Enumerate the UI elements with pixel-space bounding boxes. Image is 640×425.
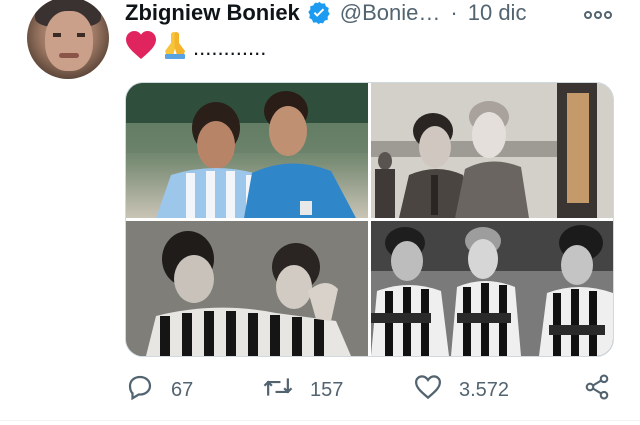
reply-button[interactable]: 67 [125, 372, 193, 408]
photo-maradona-rossi[interactable] [126, 83, 368, 218]
photo-juventus-team[interactable] [371, 221, 613, 356]
avatar-face [45, 11, 93, 71]
share-icon [583, 372, 611, 408]
header-separator: · [450, 0, 458, 25]
red-heart-emoji [125, 30, 157, 66]
author-handle[interactable]: @Bonie… [340, 0, 441, 26]
tweet-divider [0, 420, 640, 421]
avatar-mouth [59, 53, 79, 58]
retweet-icon [262, 372, 294, 408]
like-button[interactable]: 3.572 [413, 372, 509, 408]
reply-count: 67 [171, 378, 194, 401]
author-avatar[interactable] [27, 0, 109, 79]
photo-rossi-boniek-laughing[interactable] [371, 83, 613, 218]
share-button[interactable] [583, 372, 611, 408]
folded-hands-emoji [159, 30, 191, 66]
author-name[interactable]: Zbigniew Boniek [125, 0, 300, 26]
avatar-eyes [53, 33, 85, 37]
retweet-button[interactable]: 157 [262, 372, 343, 408]
photo-juventus-celebration[interactable] [126, 221, 368, 356]
retweet-count: 157 [310, 378, 344, 401]
media-grid[interactable] [125, 82, 614, 357]
tweet-header: Zbigniew Boniek @Bonie… · 10 dic [125, 0, 526, 26]
tweet-timestamp[interactable]: 10 dic [468, 0, 527, 26]
more-options-icon[interactable] [584, 8, 612, 26]
like-heart-icon [413, 372, 443, 408]
tweet-actions: 67 157 3.572 [0, 372, 640, 406]
tweet-text-dots: ............ [193, 35, 267, 60]
reply-icon [125, 372, 155, 408]
like-count: 3.572 [459, 378, 510, 401]
tweet-text: ............ [125, 30, 266, 66]
verified-badge-icon [306, 0, 332, 26]
